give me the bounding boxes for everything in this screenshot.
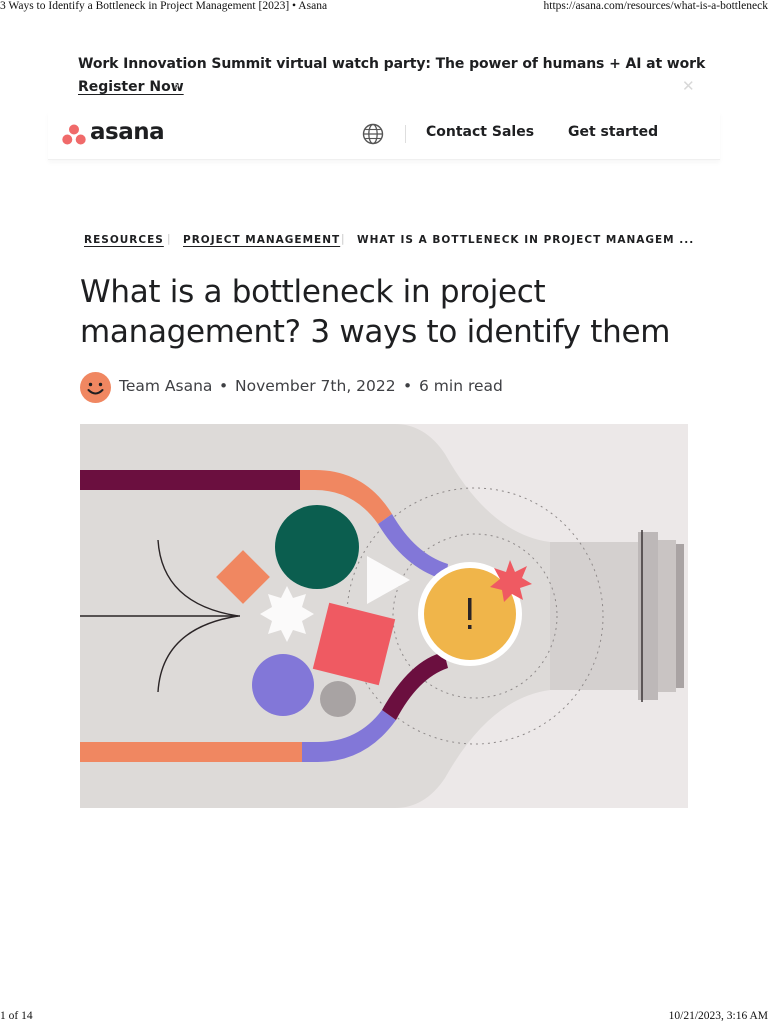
asana-logo-icon <box>62 124 86 146</box>
article-byline: Team Asana • November 7th, 2022 • 6 min … <box>80 372 580 404</box>
announcement-banner: Work Innovation Summit virtual watch par… <box>78 56 698 72</box>
print-datetime: 10/21/2023, 3:16 AM <box>669 1010 768 1022</box>
asana-logo[interactable]: asana <box>62 121 172 149</box>
logo-wordmark: asana <box>90 119 164 145</box>
bottle-cap-ring <box>658 540 676 692</box>
read-time: 6 min read <box>419 377 503 395</box>
gray-circle <box>320 681 356 717</box>
top-plum-bar <box>80 470 300 490</box>
exclamation-icon <box>468 598 472 620</box>
breadcrumb-separator: | <box>167 233 172 245</box>
byline-separator: • <box>403 377 412 395</box>
breadcrumb-current: What is a bottleneck in project managem … <box>357 234 694 246</box>
register-now-link[interactable]: Register Now <box>78 79 184 95</box>
banner-text: Work Innovation Summit virtual watch par… <box>78 56 698 72</box>
contact-sales-link[interactable]: Contact Sales <box>426 124 534 140</box>
bottle-neck <box>550 542 640 690</box>
author-name[interactable]: Team Asana <box>119 377 212 395</box>
purple-circle <box>252 654 314 716</box>
bottle-cap <box>638 532 658 700</box>
print-header: 3 Ways to Identify a Bottleneck in Proje… <box>0 0 768 16</box>
print-page-number: 1 of 14 <box>0 1010 33 1022</box>
avatar <box>80 372 111 403</box>
globe-icon[interactable] <box>362 123 384 145</box>
top-navigation: asana Contact Sales Get started <box>48 111 720 160</box>
print-page-title: 3 Ways to Identify a Bottleneck in Proje… <box>0 0 327 12</box>
publish-date: November 7th, 2022 <box>235 377 396 395</box>
breadcrumb-resources[interactable]: Resources <box>84 234 164 246</box>
green-circle <box>275 505 359 589</box>
breadcrumb-project-management[interactable]: Project management <box>183 234 340 246</box>
print-page-url: https://asana.com/resources/what-is-a-bo… <box>544 0 768 12</box>
bottle-cap-edge <box>676 544 684 688</box>
nav-divider <box>405 125 406 143</box>
breadcrumb-separator: | <box>341 233 346 245</box>
article-title: What is a bottleneck in project manageme… <box>80 272 700 352</box>
arrow-right-icon: › <box>174 78 180 94</box>
byline-separator: • <box>219 377 228 395</box>
hero-illustration <box>80 424 688 808</box>
close-icon[interactable]: ✕ <box>682 77 695 95</box>
get-started-link[interactable]: Get started <box>568 124 658 140</box>
bottom-orange-bar <box>80 742 302 762</box>
